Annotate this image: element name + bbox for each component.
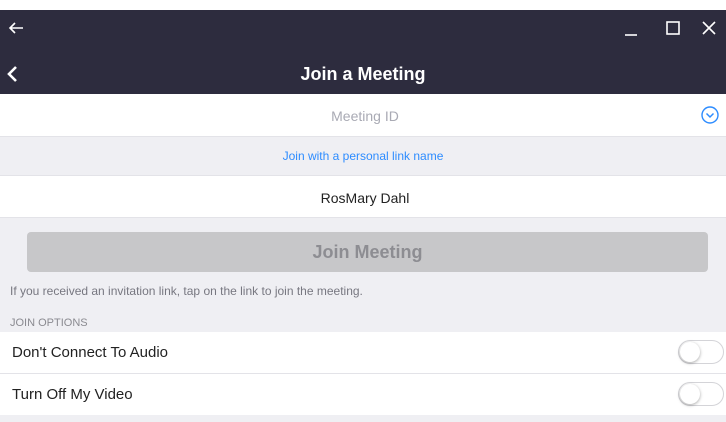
join-options-header: JOIN OPTIONS <box>10 317 88 329</box>
option-label-video: Turn Off My Video <box>12 386 133 403</box>
toggle-knob <box>680 384 700 404</box>
chevron-down-circle-icon[interactable] <box>700 105 720 125</box>
personal-link-name-link[interactable]: Join with a personal link name <box>0 137 726 175</box>
close-icon[interactable] <box>700 19 718 37</box>
bottom-strip <box>0 416 726 422</box>
invitation-hint-text: If you received an invitation link, tap … <box>10 284 363 298</box>
maximize-icon[interactable] <box>664 19 682 37</box>
screen-name-input[interactable] <box>150 182 580 214</box>
arrow-left-icon[interactable] <box>8 20 24 36</box>
personal-link-row: Join with a personal link name <box>0 137 726 176</box>
top-strip <box>0 0 726 10</box>
meeting-id-input[interactable] <box>150 100 580 132</box>
chevron-left-icon[interactable] <box>6 64 20 84</box>
name-row <box>0 176 726 218</box>
option-row-video: Turn Off My Video <box>0 374 726 415</box>
toggle-knob <box>680 342 700 362</box>
turn-off-video-toggle[interactable] <box>678 382 724 406</box>
dont-connect-audio-toggle[interactable] <box>678 340 724 364</box>
option-label-audio: Don't Connect To Audio <box>12 344 169 361</box>
option-row-audio: Don't Connect To Audio <box>0 332 726 374</box>
app-header: Join a Meeting <box>0 54 726 94</box>
minimize-icon[interactable] <box>622 20 640 38</box>
window-title-bar <box>0 10 726 54</box>
page-title: Join a Meeting <box>300 64 426 84</box>
meeting-id-row <box>0 94 726 137</box>
join-meeting-button[interactable]: Join Meeting <box>27 232 708 272</box>
